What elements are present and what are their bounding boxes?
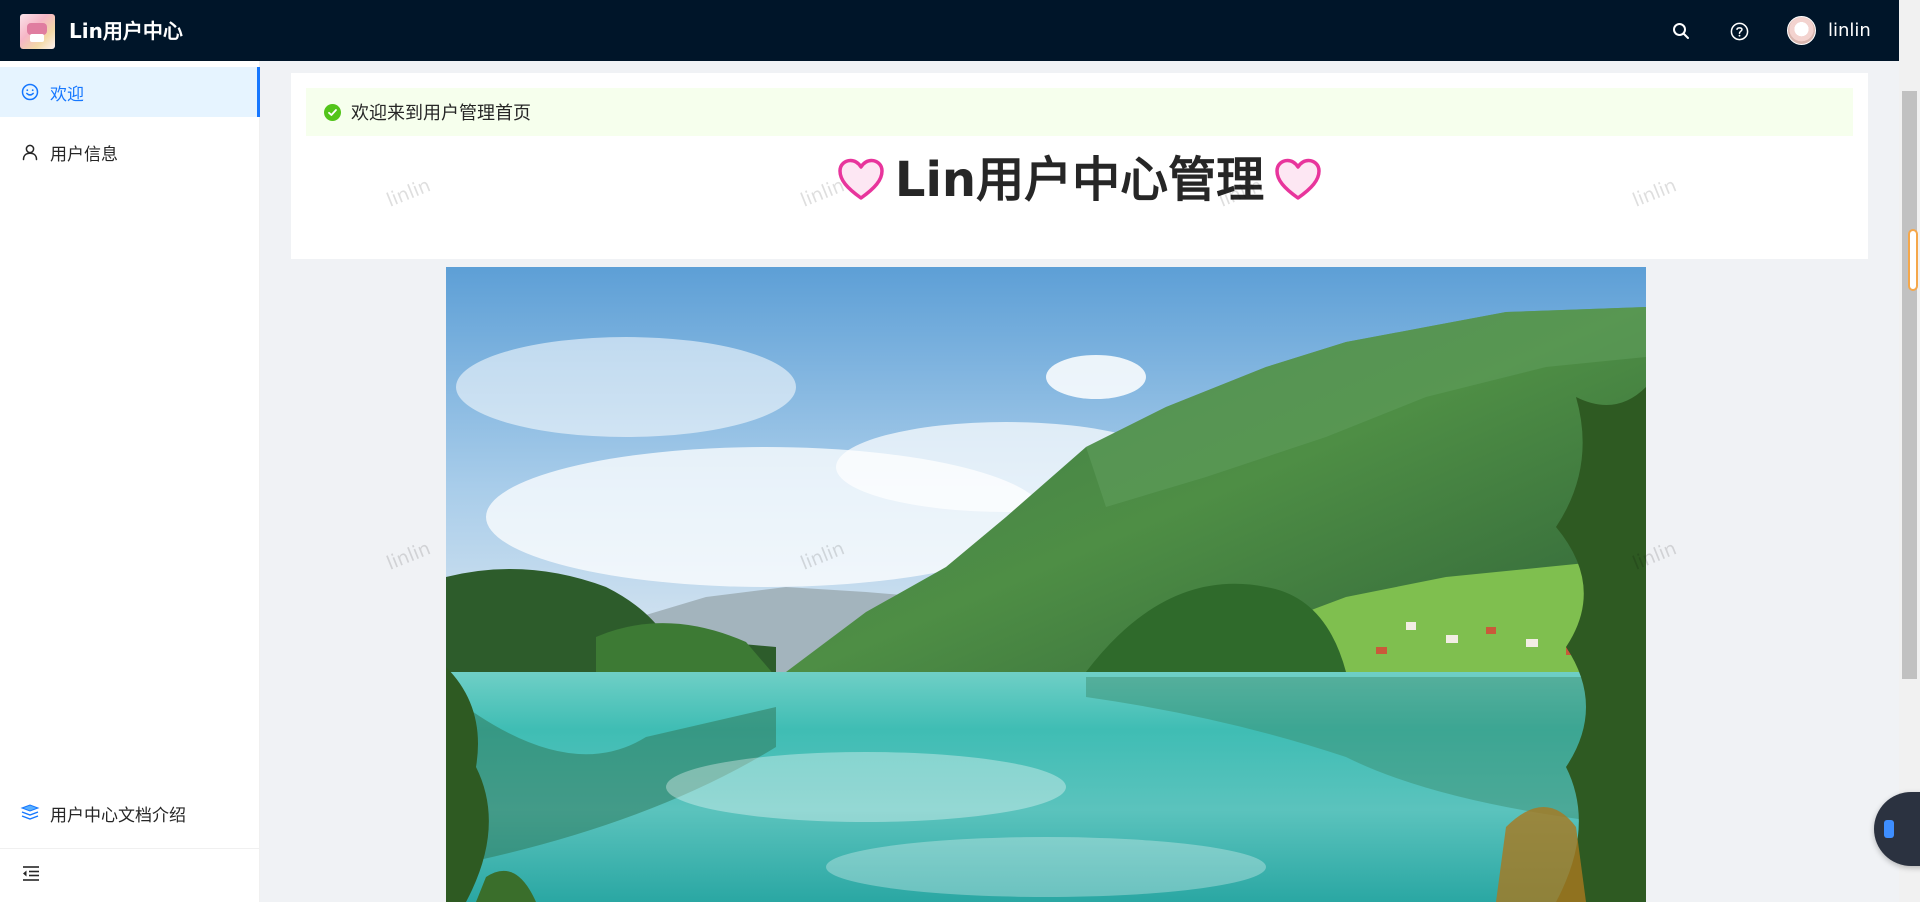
sidebar-item-user-info[interactable]: 用户信息 xyxy=(0,127,260,177)
sidebar-item-welcome[interactable]: 欢迎 xyxy=(0,67,260,117)
read-icon xyxy=(20,803,40,823)
alert-message: 欢迎来到用户管理首页 xyxy=(351,103,531,124)
menu-fold-icon[interactable] xyxy=(18,860,44,886)
heart-icon xyxy=(1275,158,1321,200)
page-title-text: Lin用户中心管理 xyxy=(894,152,1265,208)
sidebar-item-label: 用户信息 xyxy=(50,144,118,165)
docs-link[interactable]: 用户中心文档介绍 xyxy=(0,788,260,838)
page-title: Lin用户中心管理 xyxy=(291,151,1868,209)
side-drag-handle[interactable] xyxy=(1908,229,1918,291)
avatar[interactable] xyxy=(1787,16,1816,45)
check-circle-icon xyxy=(324,103,341,121)
docs-link-label: 用户中心文档介绍 xyxy=(50,805,186,826)
question-circle-icon[interactable] xyxy=(1727,19,1751,43)
sidebar-item-label: 欢迎 xyxy=(50,84,84,105)
floating-assistant-button[interactable] xyxy=(1874,792,1920,866)
watermark: linlin xyxy=(383,537,434,575)
smile-icon xyxy=(20,82,40,102)
success-alert: 欢迎来到用户管理首页 xyxy=(306,88,1853,136)
landscape-image xyxy=(446,267,1646,902)
app-title[interactable]: Lin用户中心 xyxy=(69,17,183,45)
sidebar-divider xyxy=(0,848,259,849)
sidebar: 欢迎 用户信息 用户中心文档介绍 xyxy=(0,61,260,902)
search-icon[interactable] xyxy=(1669,19,1693,43)
username[interactable]: linlin xyxy=(1828,19,1871,43)
welcome-card: 欢迎来到用户管理首页 Lin用户中心管理 xyxy=(291,73,1868,259)
top-header: Lin用户中心 linlin xyxy=(0,0,1899,61)
user-icon xyxy=(20,142,40,162)
heart-icon xyxy=(838,158,884,200)
scrollbar-thumb[interactable] xyxy=(1902,91,1917,679)
app-logo[interactable] xyxy=(20,14,55,49)
